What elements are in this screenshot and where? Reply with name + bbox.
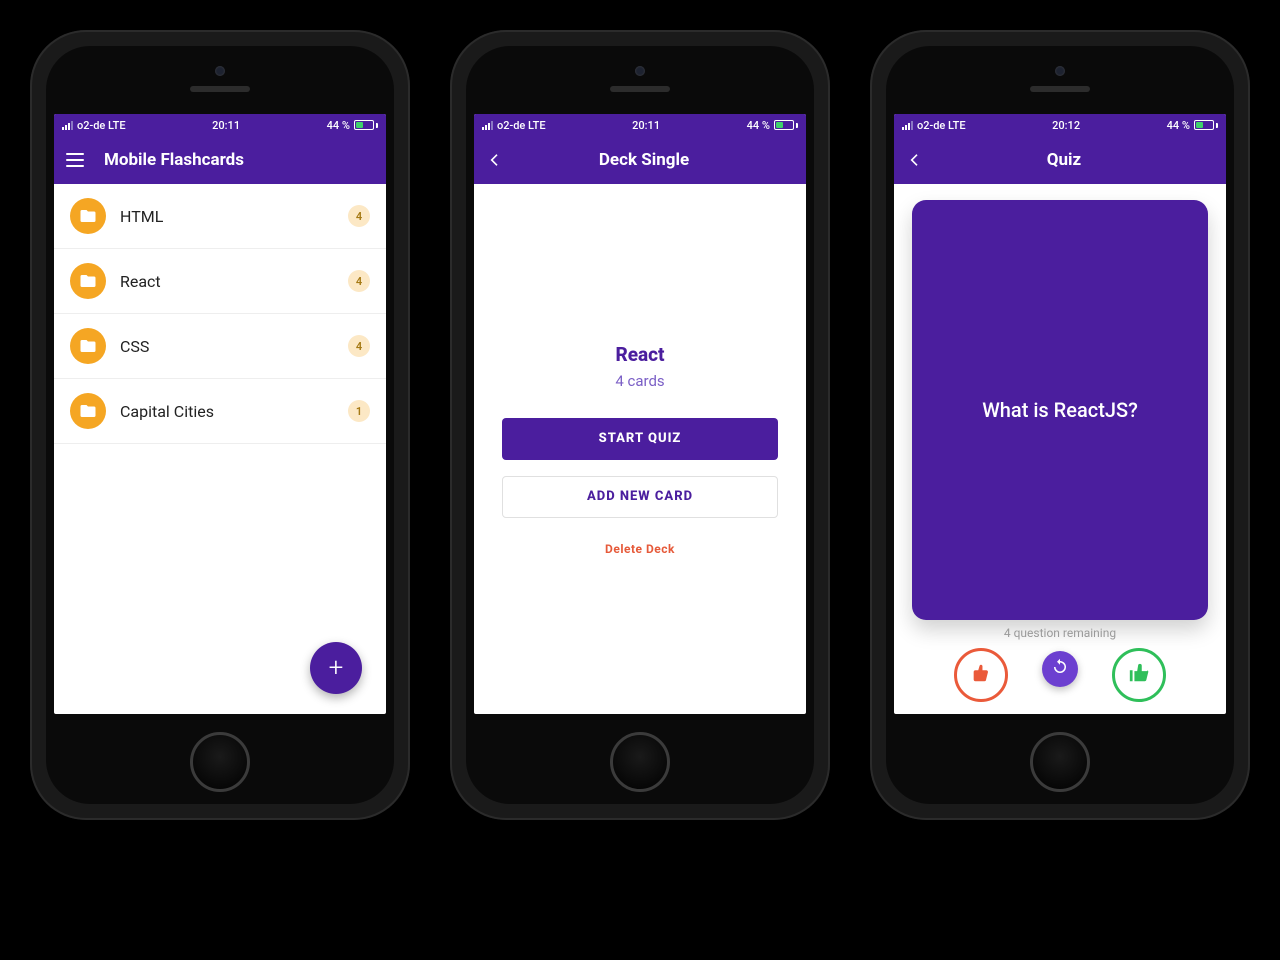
status-time: 20:11 [632, 119, 660, 132]
flip-card-button[interactable] [1042, 651, 1078, 687]
speaker-slit [190, 86, 250, 92]
phone-inner: o2-de LTE 20:11 44 % Deck Single React [466, 46, 814, 804]
back-icon[interactable] [904, 149, 926, 171]
phone-frame-1: o2-de LTE 20:11 44 % Mobile Flashcards [30, 30, 410, 820]
status-left: o2-de LTE [62, 119, 126, 132]
camera-dot [215, 66, 225, 76]
deck-single-body: React 4 cards START QUIZ ADD NEW CARD De… [474, 184, 806, 714]
phone-frame-3: o2-de LTE 20:12 44 % Quiz What is [870, 30, 1250, 820]
status-right: 44 % [747, 119, 798, 132]
menu-icon[interactable] [64, 149, 86, 171]
thumbs-up-icon [1128, 662, 1150, 688]
deck-name-label: HTML [120, 207, 334, 226]
deck-list: HTML 4 React 4 CSS 4 [54, 184, 386, 444]
camera-dot [1055, 66, 1065, 76]
signal-icon [482, 121, 493, 130]
carrier-text: o2-de LTE [917, 119, 966, 132]
answer-incorrect-button[interactable] [954, 648, 1008, 702]
status-time: 20:11 [212, 119, 240, 132]
battery-text: 44 % [747, 119, 770, 132]
answer-correct-button[interactable] [1112, 648, 1166, 702]
carrier-text: o2-de LTE [497, 119, 546, 132]
deck-card-count: 4 cards [615, 372, 664, 390]
deck-name-label: CSS [120, 337, 334, 356]
signal-icon [902, 121, 913, 130]
app-bar: Quiz [894, 136, 1226, 184]
deck-name-heading: React [615, 343, 664, 366]
screen-title: Deck Single [599, 150, 689, 170]
deck-count-badge: 4 [348, 335, 370, 357]
start-quiz-label: START QUIZ [599, 431, 682, 446]
deck-name-label: React [120, 272, 334, 291]
deck-count-badge: 4 [348, 205, 370, 227]
refresh-icon [1051, 658, 1069, 680]
app-title: Mobile Flashcards [104, 150, 244, 170]
status-time: 20:12 [1052, 119, 1080, 132]
speaker-slit [610, 86, 670, 92]
folder-icon [70, 393, 106, 429]
folder-icon [70, 263, 106, 299]
quiz-actions [912, 648, 1208, 702]
quiz-question-text: What is ReactJS? [982, 398, 1138, 422]
app-bar: Deck Single [474, 136, 806, 184]
folder-icon [70, 198, 106, 234]
screen-title: Quiz [1047, 150, 1081, 170]
deck-item[interactable]: React 4 [54, 249, 386, 314]
camera-dot [635, 66, 645, 76]
status-left: o2-de LTE [902, 119, 966, 132]
back-icon[interactable] [484, 149, 506, 171]
plus-icon: + [329, 653, 344, 683]
thumbs-down-icon [970, 662, 992, 688]
quiz-question-card[interactable]: What is ReactJS? [912, 200, 1208, 620]
deck-count-badge: 1 [348, 400, 370, 422]
battery-icon [774, 120, 798, 130]
status-left: o2-de LTE [482, 119, 546, 132]
quiz-body: What is ReactJS? 4 question remaining [894, 184, 1226, 714]
delete-deck-label: Delete Deck [605, 542, 675, 556]
delete-deck-link[interactable]: Delete Deck [605, 542, 675, 556]
battery-text: 44 % [1167, 119, 1190, 132]
phone-inner: o2-de LTE 20:11 44 % Mobile Flashcards [46, 46, 394, 804]
deck-item[interactable]: Capital Cities 1 [54, 379, 386, 444]
phone-frame-2: o2-de LTE 20:11 44 % Deck Single React [450, 30, 830, 820]
home-button[interactable] [1030, 732, 1090, 792]
home-button[interactable] [190, 732, 250, 792]
add-card-label: ADD NEW CARD [587, 489, 693, 504]
add-deck-fab[interactable]: + [310, 642, 362, 694]
phone-inner: o2-de LTE 20:12 44 % Quiz What is [886, 46, 1234, 804]
signal-icon [62, 121, 73, 130]
battery-text: 44 % [327, 119, 350, 132]
carrier-text: o2-de LTE [77, 119, 126, 132]
screen-quiz: o2-de LTE 20:12 44 % Quiz What is [894, 114, 1226, 714]
status-bar: o2-de LTE 20:12 44 % [894, 114, 1226, 136]
status-bar: o2-de LTE 20:11 44 % [54, 114, 386, 136]
deck-name-label: Capital Cities [120, 402, 334, 421]
screen-deck-list: o2-de LTE 20:11 44 % Mobile Flashcards [54, 114, 386, 714]
status-bar: o2-de LTE 20:11 44 % [474, 114, 806, 136]
device-earpiece [54, 60, 386, 114]
device-earpiece [894, 60, 1226, 114]
folder-icon [70, 328, 106, 364]
deck-item[interactable]: HTML 4 [54, 184, 386, 249]
device-earpiece [474, 60, 806, 114]
status-right: 44 % [1167, 119, 1218, 132]
home-button[interactable] [610, 732, 670, 792]
questions-remaining: 4 question remaining [912, 626, 1208, 640]
screen-deck-single: o2-de LTE 20:11 44 % Deck Single React [474, 114, 806, 714]
deck-item[interactable]: CSS 4 [54, 314, 386, 379]
deck-count-badge: 4 [348, 270, 370, 292]
add-new-card-button[interactable]: ADD NEW CARD [502, 476, 778, 518]
speaker-slit [1030, 86, 1090, 92]
app-bar: Mobile Flashcards [54, 136, 386, 184]
battery-icon [354, 120, 378, 130]
status-right: 44 % [327, 119, 378, 132]
start-quiz-button[interactable]: START QUIZ [502, 418, 778, 460]
battery-icon [1194, 120, 1218, 130]
